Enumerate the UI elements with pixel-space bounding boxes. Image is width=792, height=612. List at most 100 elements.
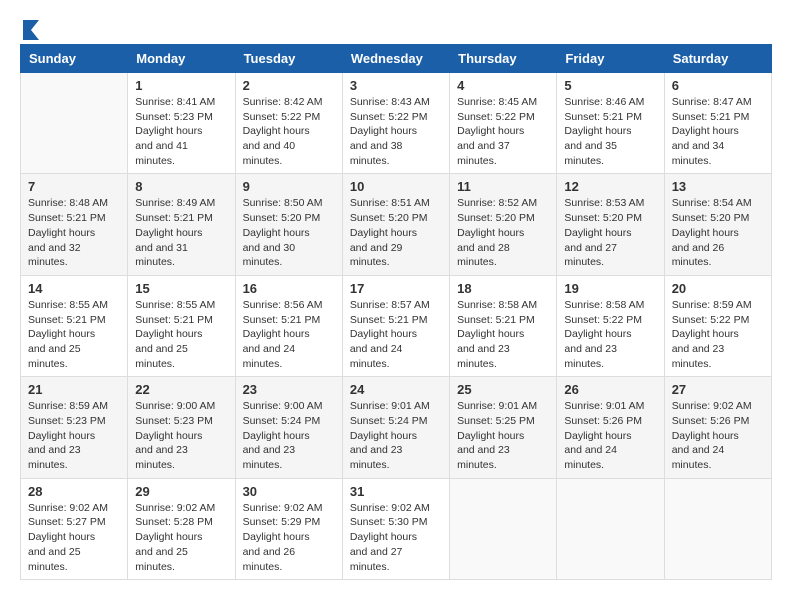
- calendar-header-sunday: Sunday: [21, 45, 128, 73]
- day-info: Sunrise: 9:02 AM Sunset: 5:26 PM Dayligh…: [672, 399, 764, 472]
- daylight-label: Daylight hours: [350, 227, 417, 239]
- day-number: 22: [135, 382, 227, 397]
- daylight-label: Daylight hours: [28, 430, 95, 442]
- daylight-detail: and and 41 minutes.: [135, 140, 188, 167]
- daylight-detail: and and 23 minutes.: [457, 343, 510, 370]
- sunset-text: Sunset: 5:22 PM: [243, 111, 321, 123]
- sunset-text: Sunset: 5:23 PM: [135, 111, 213, 123]
- daylight-label: Daylight hours: [135, 430, 202, 442]
- day-number: 18: [457, 281, 549, 296]
- day-number: 30: [243, 484, 335, 499]
- daylight-detail: and and 31 minutes.: [135, 242, 188, 269]
- calendar-cell: 10 Sunrise: 8:51 AM Sunset: 5:20 PM Dayl…: [342, 174, 449, 275]
- daylight-detail: and and 40 minutes.: [243, 140, 296, 167]
- sunset-text: Sunset: 5:23 PM: [135, 415, 213, 427]
- daylight-label: Daylight hours: [564, 125, 631, 137]
- sunset-text: Sunset: 5:26 PM: [672, 415, 750, 427]
- calendar-table: SundayMondayTuesdayWednesdayThursdayFrid…: [20, 44, 772, 580]
- calendar-cell: [557, 478, 664, 579]
- calendar-header-thursday: Thursday: [450, 45, 557, 73]
- sunrise-text: Sunrise: 8:58 AM: [457, 299, 537, 311]
- sunrise-text: Sunrise: 9:02 AM: [28, 502, 108, 514]
- day-number: 16: [243, 281, 335, 296]
- daylight-label: Daylight hours: [672, 125, 739, 137]
- day-number: 31: [350, 484, 442, 499]
- calendar-header-monday: Monday: [128, 45, 235, 73]
- sunrise-text: Sunrise: 8:57 AM: [350, 299, 430, 311]
- day-number: 21: [28, 382, 120, 397]
- daylight-detail: and and 25 minutes.: [135, 546, 188, 573]
- calendar-cell: 7 Sunrise: 8:48 AM Sunset: 5:21 PM Dayli…: [21, 174, 128, 275]
- calendar-header-tuesday: Tuesday: [235, 45, 342, 73]
- daylight-detail: and and 37 minutes.: [457, 140, 510, 167]
- sunset-text: Sunset: 5:21 PM: [135, 314, 213, 326]
- day-number: 28: [28, 484, 120, 499]
- daylight-detail: and and 24 minutes.: [672, 444, 725, 471]
- day-number: 19: [564, 281, 656, 296]
- daylight-detail: and and 26 minutes.: [243, 546, 296, 573]
- sunset-text: Sunset: 5:22 PM: [564, 314, 642, 326]
- daylight-detail: and and 38 minutes.: [350, 140, 403, 167]
- sunrise-text: Sunrise: 8:50 AM: [243, 197, 323, 209]
- sunrise-text: Sunrise: 8:42 AM: [243, 96, 323, 108]
- day-info: Sunrise: 9:00 AM Sunset: 5:24 PM Dayligh…: [243, 399, 335, 472]
- day-info: Sunrise: 9:01 AM Sunset: 5:25 PM Dayligh…: [457, 399, 549, 472]
- calendar-cell: 13 Sunrise: 8:54 AM Sunset: 5:20 PM Dayl…: [664, 174, 771, 275]
- day-info: Sunrise: 8:46 AM Sunset: 5:21 PM Dayligh…: [564, 95, 656, 168]
- calendar-header-saturday: Saturday: [664, 45, 771, 73]
- daylight-label: Daylight hours: [457, 430, 524, 442]
- daylight-label: Daylight hours: [243, 125, 310, 137]
- sunrise-text: Sunrise: 8:49 AM: [135, 197, 215, 209]
- sunrise-text: Sunrise: 8:53 AM: [564, 197, 644, 209]
- sunset-text: Sunset: 5:24 PM: [243, 415, 321, 427]
- day-info: Sunrise: 8:54 AM Sunset: 5:20 PM Dayligh…: [672, 196, 764, 269]
- daylight-detail: and and 34 minutes.: [672, 140, 725, 167]
- sunrise-text: Sunrise: 8:47 AM: [672, 96, 752, 108]
- sunset-text: Sunset: 5:21 PM: [672, 111, 750, 123]
- daylight-detail: and and 23 minutes.: [672, 343, 725, 370]
- calendar-cell: 8 Sunrise: 8:49 AM Sunset: 5:21 PM Dayli…: [128, 174, 235, 275]
- daylight-detail: and and 23 minutes.: [350, 444, 403, 471]
- calendar-week-row: 1 Sunrise: 8:41 AM Sunset: 5:23 PM Dayli…: [21, 73, 772, 174]
- day-info: Sunrise: 8:53 AM Sunset: 5:20 PM Dayligh…: [564, 196, 656, 269]
- sunrise-text: Sunrise: 9:01 AM: [350, 400, 430, 412]
- daylight-label: Daylight hours: [457, 125, 524, 137]
- daylight-label: Daylight hours: [135, 227, 202, 239]
- calendar-cell: 30 Sunrise: 9:02 AM Sunset: 5:29 PM Dayl…: [235, 478, 342, 579]
- daylight-label: Daylight hours: [28, 328, 95, 340]
- day-number: 29: [135, 484, 227, 499]
- daylight-detail: and and 32 minutes.: [28, 242, 81, 269]
- sunrise-text: Sunrise: 9:02 AM: [672, 400, 752, 412]
- daylight-label: Daylight hours: [672, 227, 739, 239]
- sunrise-text: Sunrise: 9:00 AM: [243, 400, 323, 412]
- daylight-label: Daylight hours: [564, 227, 631, 239]
- calendar-header-row: SundayMondayTuesdayWednesdayThursdayFrid…: [21, 45, 772, 73]
- day-number: 15: [135, 281, 227, 296]
- calendar-cell: [450, 478, 557, 579]
- calendar-cell: 3 Sunrise: 8:43 AM Sunset: 5:22 PM Dayli…: [342, 73, 449, 174]
- daylight-label: Daylight hours: [135, 531, 202, 543]
- sunrise-text: Sunrise: 9:01 AM: [564, 400, 644, 412]
- daylight-detail: and and 35 minutes.: [564, 140, 617, 167]
- calendar-cell: 23 Sunrise: 9:00 AM Sunset: 5:24 PM Dayl…: [235, 377, 342, 478]
- daylight-detail: and and 25 minutes.: [28, 546, 81, 573]
- page-header: General Blue: [20, 20, 772, 34]
- day-number: 1: [135, 78, 227, 93]
- calendar-cell: [664, 478, 771, 579]
- calendar-cell: 14 Sunrise: 8:55 AM Sunset: 5:21 PM Dayl…: [21, 275, 128, 376]
- sunset-text: Sunset: 5:22 PM: [350, 111, 428, 123]
- calendar-header-wednesday: Wednesday: [342, 45, 449, 73]
- day-info: Sunrise: 9:01 AM Sunset: 5:26 PM Dayligh…: [564, 399, 656, 472]
- calendar-cell: 24 Sunrise: 9:01 AM Sunset: 5:24 PM Dayl…: [342, 377, 449, 478]
- day-info: Sunrise: 8:57 AM Sunset: 5:21 PM Dayligh…: [350, 298, 442, 371]
- day-info: Sunrise: 8:59 AM Sunset: 5:22 PM Dayligh…: [672, 298, 764, 371]
- daylight-label: Daylight hours: [672, 430, 739, 442]
- sunset-text: Sunset: 5:25 PM: [457, 415, 535, 427]
- day-info: Sunrise: 9:02 AM Sunset: 5:29 PM Dayligh…: [243, 501, 335, 574]
- calendar-cell: [21, 73, 128, 174]
- day-number: 11: [457, 179, 549, 194]
- sunrise-text: Sunrise: 8:58 AM: [564, 299, 644, 311]
- day-info: Sunrise: 9:02 AM Sunset: 5:28 PM Dayligh…: [135, 501, 227, 574]
- day-number: 9: [243, 179, 335, 194]
- calendar-cell: 26 Sunrise: 9:01 AM Sunset: 5:26 PM Dayl…: [557, 377, 664, 478]
